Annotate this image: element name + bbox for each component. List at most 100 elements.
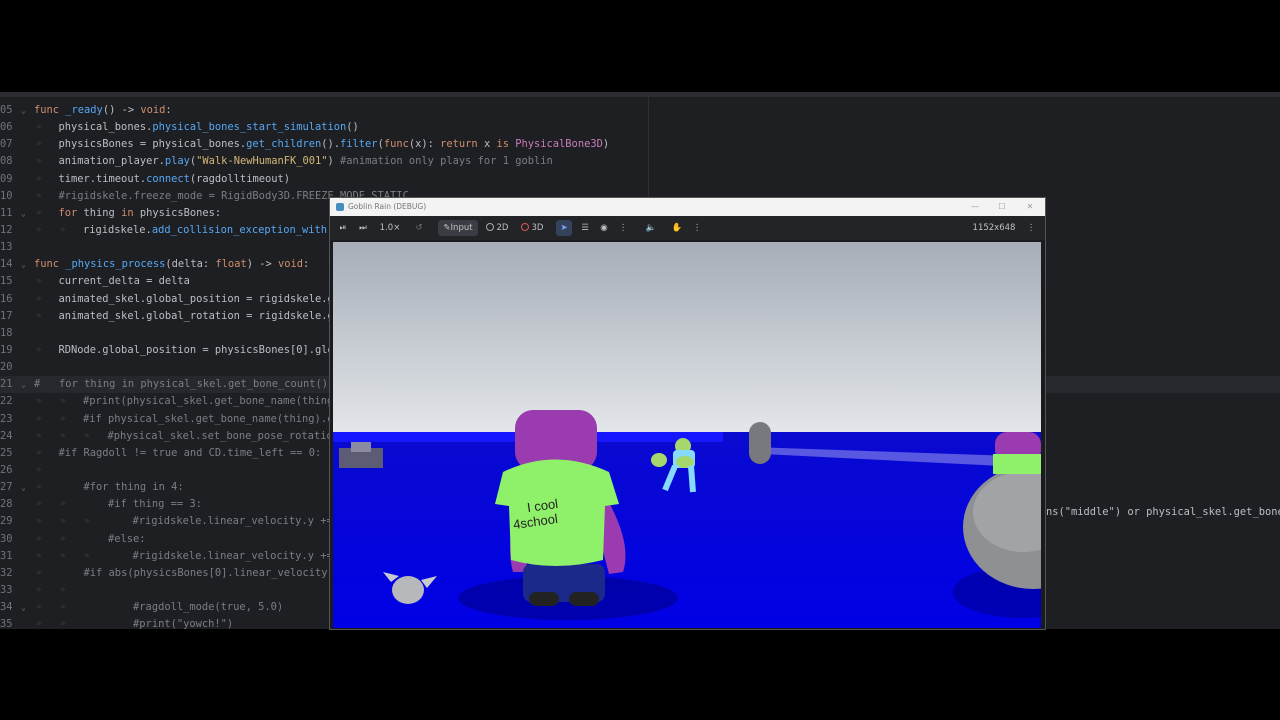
- code-text: #else:: [83, 531, 146, 548]
- maximize-button[interactable]: ☐: [988, 198, 1016, 216]
- indent-guide-icon: »: [36, 190, 42, 201]
- more-options-icon[interactable]: ⋮: [618, 220, 628, 236]
- code-line[interactable]: 05 ⌄ func _ready() -> void:: [0, 102, 1280, 119]
- code-text: #if physical_skel.get_bone_name(thing).c: [83, 411, 333, 428]
- code-token: physicsBones:: [133, 206, 222, 219]
- code-text: func _physics_process(delta: float) -> v…: [34, 256, 309, 273]
- select-cursor-icon[interactable]: ➤: [556, 220, 572, 236]
- code-token: physicsBones = physical_bones.: [58, 138, 247, 151]
- line-number: 07: [0, 138, 13, 151]
- fold-chevron-icon[interactable]: ⌄: [21, 205, 26, 222]
- line-number: 18: [0, 326, 13, 339]
- line-number: 35: [0, 618, 13, 629]
- indent-guide-icon: »: [36, 550, 42, 561]
- indent-guide-icon: »: [36, 344, 42, 355]
- input-toggle[interactable]: ✎Input: [438, 220, 478, 236]
- input-label: Input: [450, 223, 473, 233]
- code-token: PhysicalBone3D: [509, 138, 603, 151]
- indent-guide-icon: »: [60, 619, 66, 629]
- code-token: #rigidskele.linear_velocity.y +=: [132, 515, 333, 528]
- close-button[interactable]: ✕: [1016, 198, 1044, 216]
- code-token: ().: [321, 138, 341, 151]
- window-title: Goblin Rain (DEBUG): [348, 202, 427, 211]
- code-token: rigidskele.: [83, 223, 152, 236]
- minimize-button[interactable]: —: [961, 198, 989, 216]
- code-token: physical_bones.: [58, 121, 153, 134]
- radio-3d-icon: [520, 223, 529, 231]
- code-text: timer.timeout.connect(ragdolltimeout): [59, 171, 290, 188]
- visibility-eye-icon[interactable]: ◉: [597, 220, 611, 236]
- time-scale-button[interactable]: 1.0×: [378, 220, 402, 236]
- window-options-icon[interactable]: ⋮: [1026, 220, 1036, 236]
- code-token: void: [140, 104, 166, 116]
- line-number: 17: [0, 309, 13, 322]
- indent-guide-icon: »: [84, 430, 90, 441]
- code-token: ): [327, 155, 341, 168]
- fold-chevron-icon[interactable]: ⌄: [21, 599, 26, 616]
- code-token: animation_player.: [58, 155, 165, 168]
- code-token: is: [496, 138, 509, 151]
- indent-guide-icon: »: [84, 516, 90, 527]
- indent-guide-icon: »: [36, 447, 42, 458]
- code-text: #rigidskele.linear_velocity.y +=: [108, 513, 333, 530]
- code-token: RDNode.global_position = physicsBones[0]…: [58, 343, 334, 356]
- fold-chevron-icon[interactable]: ⌄: [21, 102, 26, 119]
- mode-2d-button[interactable]: 2D: [484, 220, 510, 236]
- code-token: func: [34, 258, 66, 271]
- code-token: #for thing in 4:: [83, 481, 184, 494]
- code-line[interactable]: 06 » physical_bones.physical_bones_start_s…: [0, 119, 1280, 136]
- list-select-icon[interactable]: ☰: [578, 220, 592, 236]
- game-window[interactable]: Goblin Rain (DEBUG) — ☐ ✕ ⏯ ⏭ 1.0× ↺ ✎In…: [330, 198, 1045, 629]
- line-number: 08: [0, 155, 13, 168]
- mode-3d-button[interactable]: 3D: [518, 220, 546, 236]
- game-viewport[interactable]: I cool 4school: [333, 242, 1041, 628]
- code-token: #ragdoll_mode(true, 5.0): [133, 601, 284, 614]
- indent-guide-icon: »: [36, 499, 42, 510]
- line-number: 31: [0, 549, 13, 562]
- code-text: #rigidskele.linear_velocity.y +=: [108, 548, 333, 565]
- code-token: thing: [77, 206, 122, 219]
- code-token: (ragdolltimeout): [189, 172, 290, 185]
- window-titlebar[interactable]: Goblin Rain (DEBUG) — ☐ ✕: [330, 198, 1045, 216]
- code-token: "Walk-NewHumanFK_001": [196, 155, 328, 168]
- indent-guide-icon: »: [36, 533, 42, 544]
- code-line[interactable]: 08 » animation_player.play("Walk-NewHumanF…: [0, 153, 1280, 170]
- suspend-icon[interactable]: ⏯: [336, 220, 350, 236]
- fold-chevron-icon[interactable]: ⌄: [21, 376, 26, 393]
- indent-guide-icon: »: [36, 173, 42, 184]
- indent-guide-icon: »: [60, 533, 66, 544]
- line-number: 13: [0, 241, 13, 254]
- radio-2d-icon: [485, 223, 494, 231]
- line-number: 22: [0, 395, 13, 408]
- code-line[interactable]: 09 » timer.timeout.connect(ragdolltimeout): [0, 171, 1280, 188]
- next-frame-icon[interactable]: ⏭: [356, 220, 370, 236]
- line-number: 34: [0, 601, 13, 614]
- code-token: x: [477, 138, 497, 151]
- code-text: for thing in physicsBones:: [59, 205, 222, 222]
- fold-chevron-icon[interactable]: ⌄: [21, 479, 26, 496]
- line-number: 15: [0, 275, 13, 288]
- code-line[interactable]: 07 » physicsBones = physical_bones.get_chi…: [0, 136, 1280, 153]
- camera-options-icon[interactable]: ⋮: [692, 220, 702, 236]
- indent-guide-icon: »: [60, 550, 66, 561]
- indent-guide-icon: »: [60, 499, 66, 510]
- code-token: #physical_skel.set_bone_pose_rotatio: [107, 429, 333, 442]
- line-number: 11: [0, 206, 13, 219]
- fold-chevron-icon[interactable]: ⌄: [21, 256, 26, 273]
- audio-speaker-icon[interactable]: 🔈: [644, 220, 658, 236]
- mode-2d-label: 2D: [496, 223, 509, 233]
- line-number: 25: [0, 446, 13, 459]
- reset-speed-icon[interactable]: ↺: [412, 220, 426, 236]
- code-token: for: [58, 206, 78, 219]
- line-number: 21: [0, 378, 13, 391]
- line-number: 33: [0, 583, 13, 596]
- code-token: float: [215, 258, 247, 271]
- code-text: current_delta = delta: [59, 273, 190, 290]
- indent-guide-icon: »: [36, 293, 42, 304]
- camera-icon[interactable]: ✋: [670, 220, 684, 236]
- code-text: func _ready() -> void:: [34, 102, 172, 119]
- code-overflow-text: ns("middle") or physical_skel.get_bone: [1046, 506, 1280, 518]
